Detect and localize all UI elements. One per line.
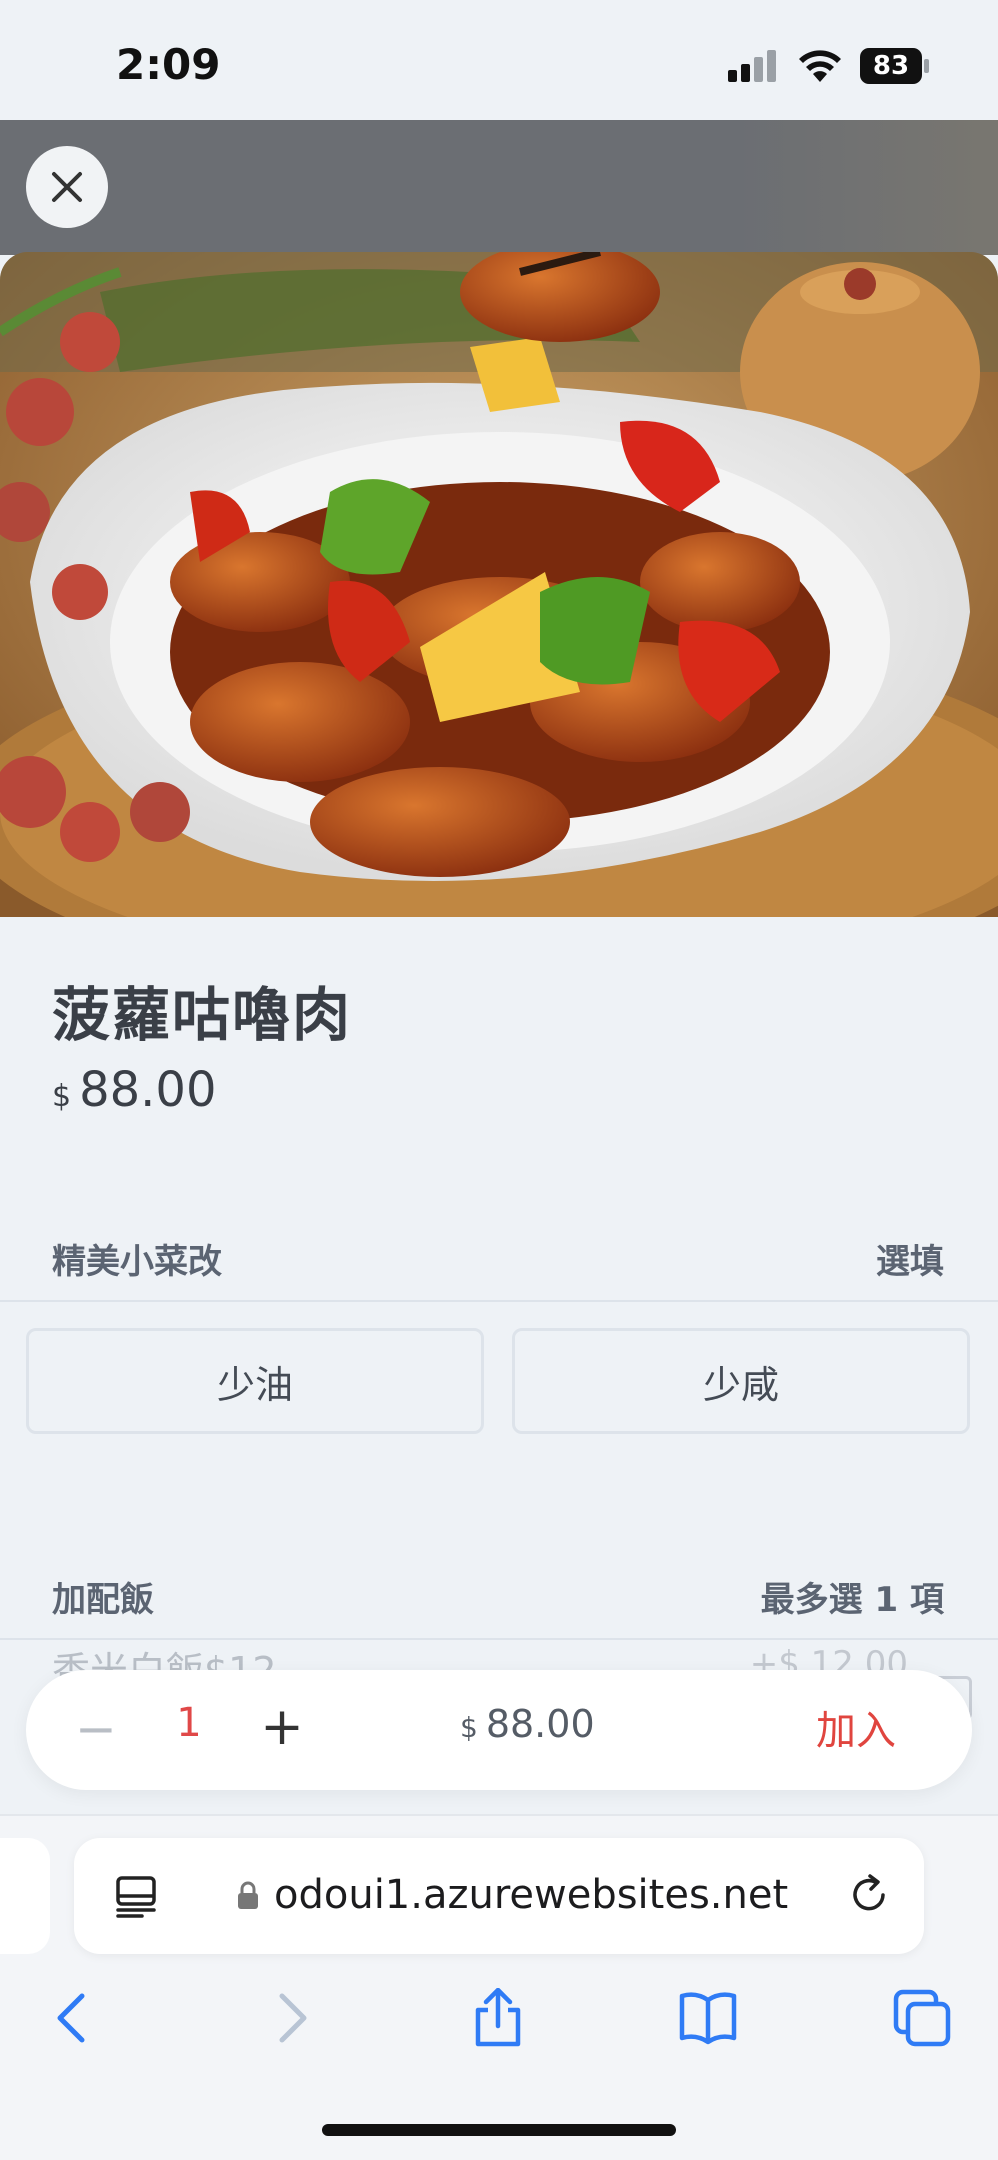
option-less-salt[interactable]: 少咸 [512,1328,970,1434]
back-icon[interactable] [44,1988,104,2048]
product-price: $88.00 [52,1062,217,1118]
section-header-rice: 加配飯 最多選 1 項 [0,1550,998,1640]
total-currency: $ [460,1711,478,1744]
section-title: 加配飯 [52,1580,154,1620]
price-currency: $ [52,1079,72,1114]
share-icon[interactable] [468,1988,528,2048]
dish-photo [0,252,998,917]
battery-level: 83 [872,51,910,81]
section-hint: 最多選 1 項 [760,1580,944,1620]
wifi-icon [799,50,841,82]
address-bar[interactable]: odoui1.azurewebsites.net [74,1838,924,1954]
quantity-decrease-button[interactable]: − [66,1694,126,1764]
cart-total: $88.00 [460,1702,595,1746]
section-header-side-dish: 精美小菜改 選填 [0,1212,998,1302]
reload-icon[interactable] [846,1872,892,1918]
previous-tab-edge[interactable] [0,1838,50,1954]
option-less-oil[interactable]: 少油 [26,1328,484,1434]
close-icon [52,172,82,202]
lock-icon [238,1881,258,1909]
price-amount: 88.00 [79,1062,217,1118]
tabs-icon[interactable] [892,1988,952,2048]
status-bar: 2:09 83 [0,0,998,120]
url-text[interactable]: odoui1.azurewebsites.net [274,1872,788,1918]
product-name: 菠蘿咕嚕肉 [52,981,353,1049]
backdrop-overlay [0,120,998,255]
close-button[interactable] [26,146,108,228]
reader-mode-icon[interactable] [114,1874,158,1918]
quantity-increase-button[interactable]: + [252,1692,312,1762]
bookmarks-icon[interactable] [678,1988,738,2048]
status-time: 2:09 [116,40,221,89]
forward-icon[interactable] [260,1988,320,2048]
home-indicator [322,2124,676,2136]
total-amount: 88.00 [485,1702,595,1746]
quantity-value: 1 [176,1700,202,1746]
add-to-cart-button[interactable]: 加入 [816,1698,896,1756]
battery-indicator: 83 [860,48,930,84]
cart-bar: − 1 + $88.00 加入 [26,1670,972,1790]
section-hint: 選填 [876,1242,944,1282]
cellular-signal-icon [728,50,778,82]
section-title: 精美小菜改 [52,1242,222,1282]
